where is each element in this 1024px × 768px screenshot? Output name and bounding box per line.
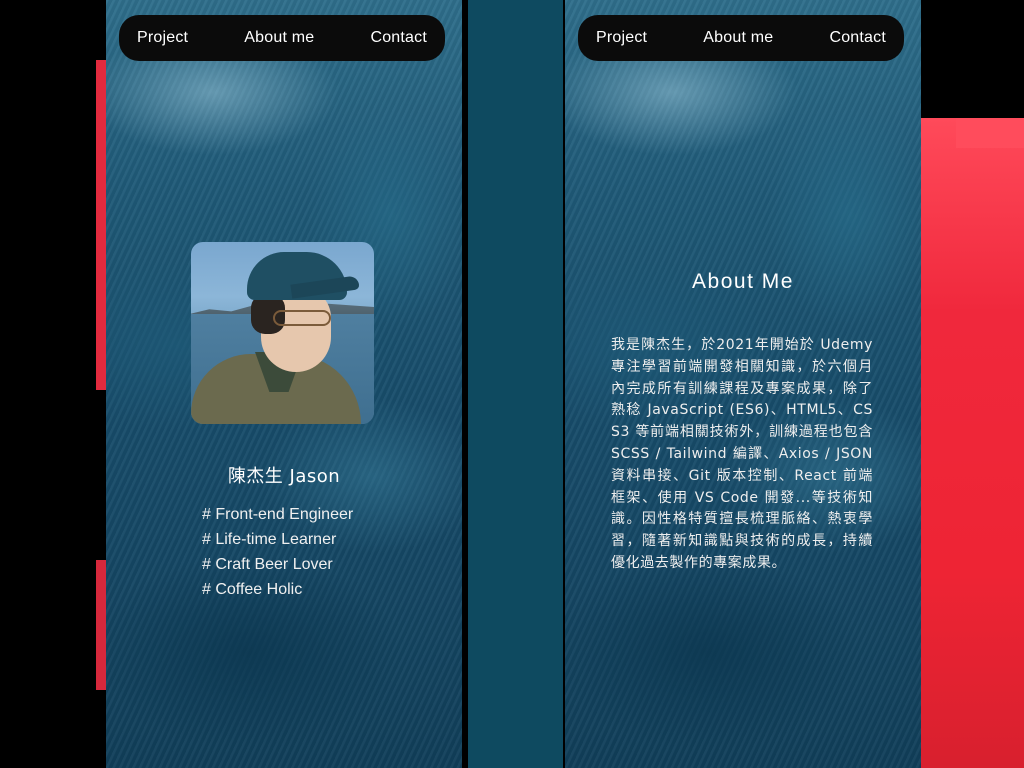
right-black-corner xyxy=(920,0,1024,118)
nav-link-contact[interactable]: Contact xyxy=(829,29,886,47)
nav-link-project[interactable]: Project xyxy=(137,29,188,47)
about-body-text: 我是陳杰生，於2021年開始於 Udemy 專注學習前端開發相關知識，於六個月內… xyxy=(611,337,873,571)
about-title: About Me xyxy=(692,270,794,293)
avatar-photo xyxy=(191,242,374,424)
tag-coffee-holic: # Coffee Holic xyxy=(202,581,303,598)
nav-link-about-me[interactable]: About me xyxy=(244,29,314,47)
profile-name: 陳杰生 Jason xyxy=(227,466,341,487)
right-edge-accent xyxy=(920,118,1024,768)
nav-link-about-me[interactable]: About me xyxy=(703,29,773,47)
navbar-about: Project About me Contact xyxy=(578,15,904,61)
tag-front-end-engineer: # Front-end Engineer xyxy=(202,506,354,523)
nav-link-project[interactable]: Project xyxy=(596,29,647,47)
avatar-glasses xyxy=(273,310,331,326)
right-edge-accent-top xyxy=(956,118,1024,148)
profile-tag-list: # Front-end Engineer # Life-time Learner… xyxy=(202,502,353,602)
tag-craft-beer-lover: # Craft Beer Lover xyxy=(202,556,333,573)
navbar-profile: Project About me Contact xyxy=(119,15,445,61)
tag-life-time-learner: # Life-time Learner xyxy=(202,531,337,548)
nav-link-contact[interactable]: Contact xyxy=(370,29,427,47)
center-gap xyxy=(468,0,563,768)
